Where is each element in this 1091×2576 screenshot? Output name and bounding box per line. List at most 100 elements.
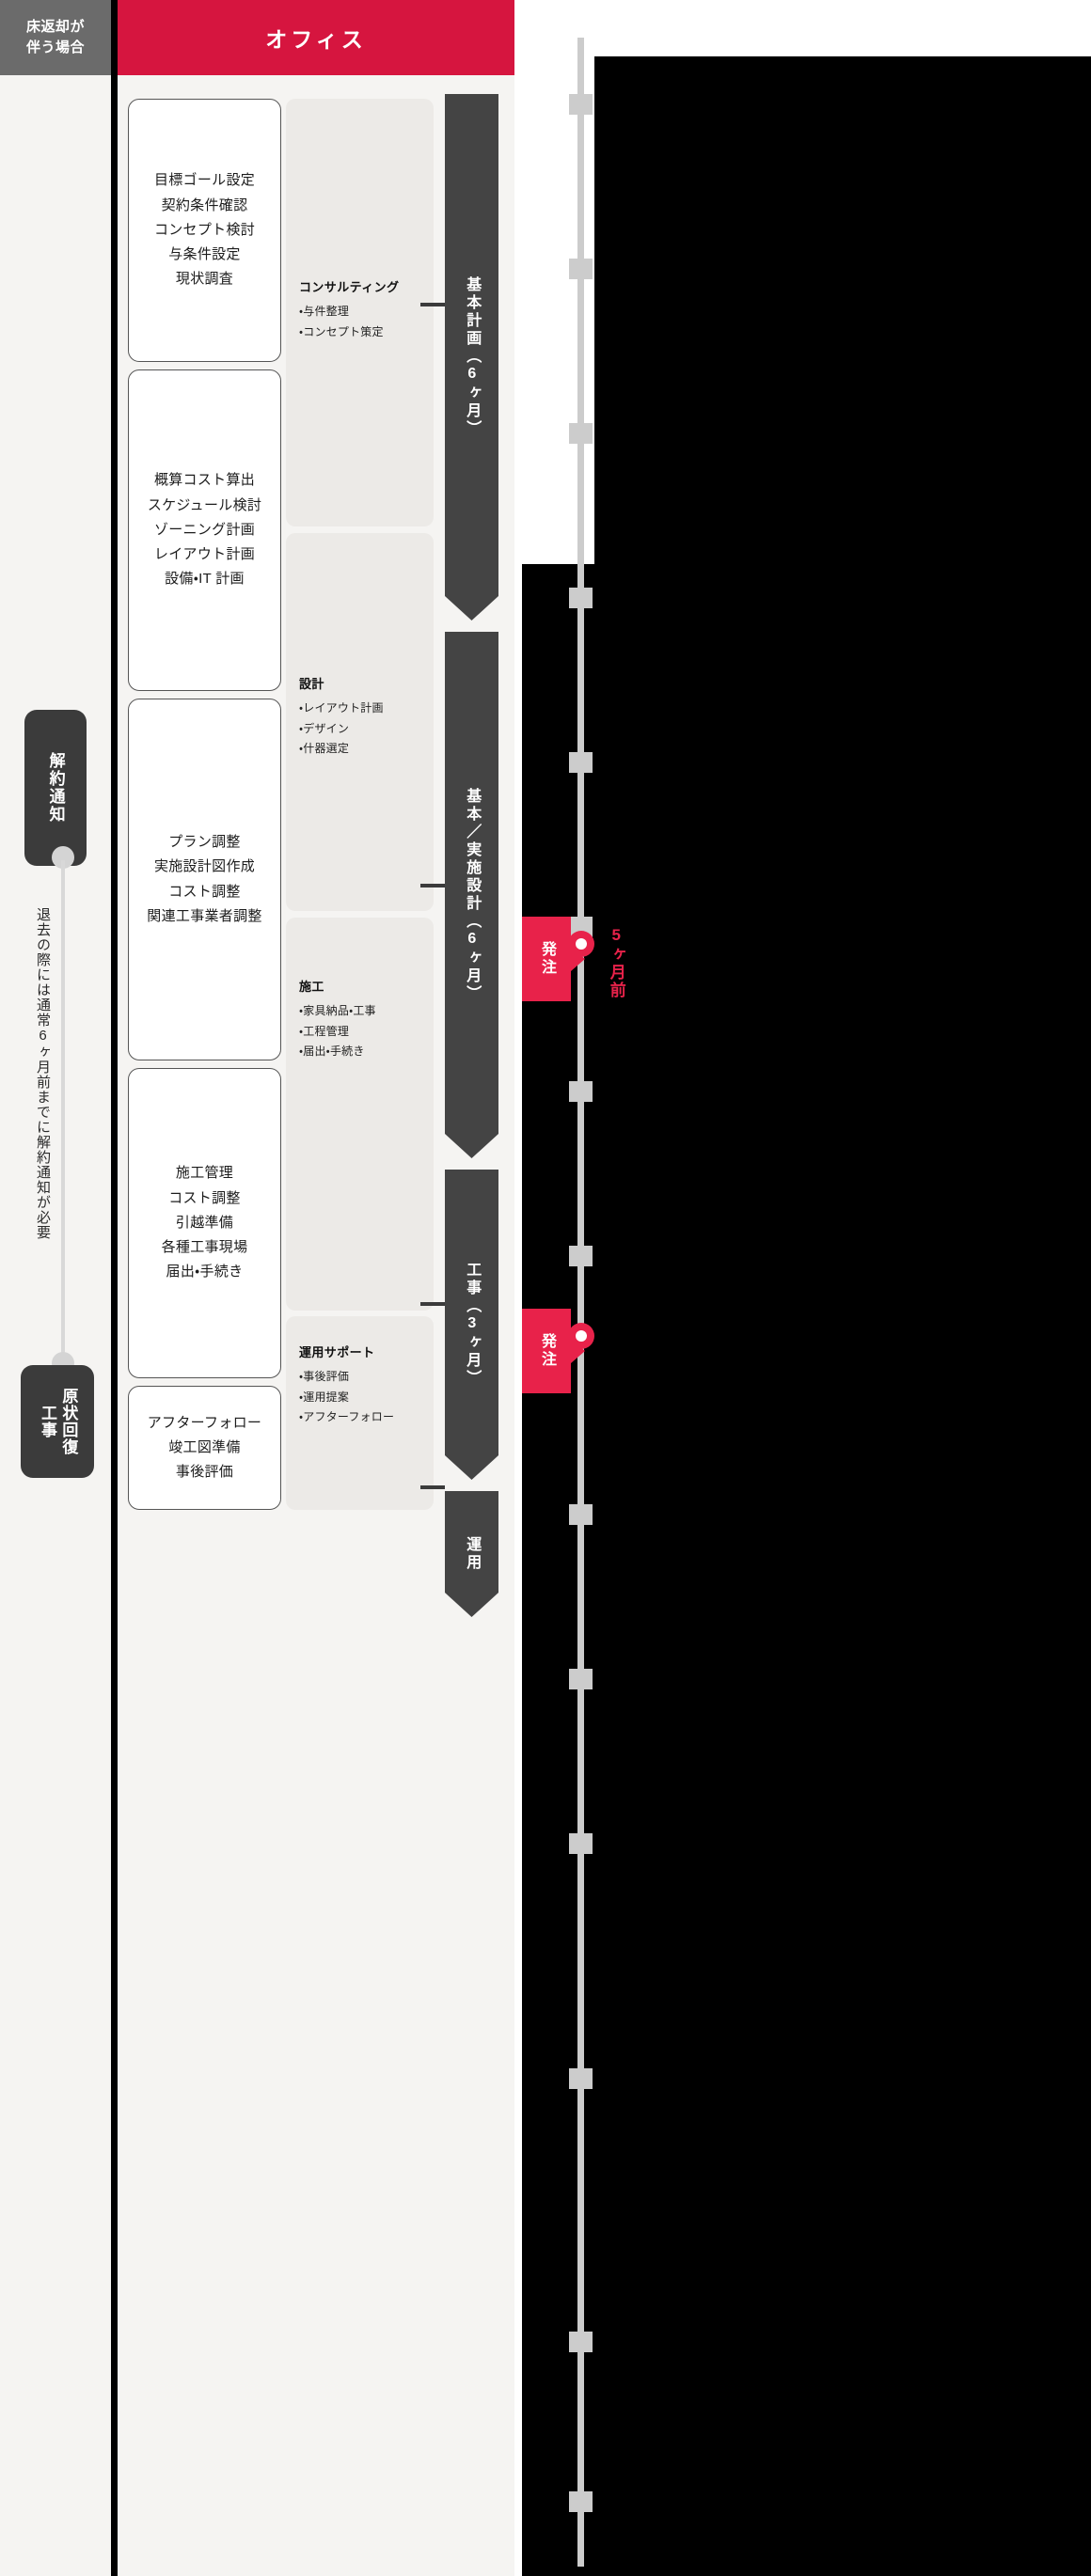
task-line: アフターフォロー bbox=[147, 1414, 262, 1431]
task-card-5-lines: アフターフォロー 竣工図準備事後評価 bbox=[148, 1411, 262, 1485]
task-card-4-lines: 施工管理コスト調整引越準備各種工事現場 届出・手続き bbox=[162, 1161, 248, 1284]
connector-line bbox=[61, 860, 65, 1373]
timeline-node-2 bbox=[569, 259, 593, 279]
detail-construction-items: 家具納品・工事工程管理届出・手続き bbox=[299, 1001, 440, 1062]
task-line: 各種工事現場 bbox=[161, 1239, 248, 1256]
detail-item: 運用提案 bbox=[299, 1388, 440, 1408]
detail-construction-title: 施工 bbox=[299, 980, 324, 994]
task-line: 施工管理 bbox=[175, 1165, 234, 1182]
task-line: 引越準備 bbox=[175, 1214, 234, 1231]
detail-support-title: 運用サポート bbox=[299, 1345, 375, 1359]
cancellation-note-text: 退去の際には通常6ヶ月前までに解約通知が必要 bbox=[35, 907, 51, 1240]
office-banner: オフィス bbox=[118, 0, 514, 75]
main-panel: 目標ゴール設定 契約条件確認 コンセプト検討 与条件設定現状調査 概算コスト算出 スケジ… bbox=[118, 75, 514, 2576]
task-line: コスト調整 bbox=[168, 1189, 241, 1206]
timeline-rail bbox=[577, 38, 584, 2567]
task-line: コンセプト検討 bbox=[153, 221, 256, 238]
left-column: 床返却が 伴う場合 解約通知 退去の際には通常6ヶ月前までに解約通知が必要 原状… bbox=[0, 0, 111, 2576]
gantt-gutter-edge bbox=[514, 553, 522, 2576]
task-line: コスト調整 bbox=[168, 883, 241, 900]
detail-item: 届出・手続き bbox=[299, 1042, 440, 1062]
task-line: 目標ゴール設定 bbox=[153, 172, 256, 189]
detail-design-items: レイアウト計画デザイン什器選定 bbox=[299, 699, 440, 760]
detail-item: 与件整理 bbox=[299, 302, 440, 322]
gantt-block-2 bbox=[514, 555, 1091, 2576]
detail-block-support[interactable]: 運用サポート 事後評価運用提案アフターフォロー bbox=[286, 1316, 434, 1510]
task-line: 現状調査 bbox=[175, 271, 234, 288]
task-card-1[interactable]: 目標ゴール設定 契約条件確認 コンセプト検討 与条件設定現状調査 bbox=[128, 99, 281, 362]
task-card-4[interactable]: 施工管理コスト調整引越準備各種工事現場 届出・手続き bbox=[128, 1068, 281, 1378]
detail-block-construction[interactable]: 施工 家具納品・工事工程管理届出・手続き bbox=[286, 918, 434, 1311]
phase-segment-operation[interactable]: 運用 bbox=[445, 1491, 498, 1617]
timeline-node-8 bbox=[569, 1246, 593, 1266]
task-line: 事後評価 bbox=[175, 1464, 234, 1481]
task-card-2-lines: 概算コスト算出 スケジュール検討 ゾーニング計画 レイアウト計画 設備・IT 計画 bbox=[148, 468, 261, 591]
task-card-2[interactable]: 概算コスト算出 スケジュール検討 ゾーニング計画 レイアウト計画 設備・IT 計画 bbox=[128, 369, 281, 691]
timeline-node-13 bbox=[569, 2332, 593, 2352]
column-divider bbox=[111, 0, 118, 2576]
restoration-sub-label: 工事 bbox=[39, 1405, 56, 1438]
phase-segment-basic-plan[interactable]: 基本計画（6ヶ月） bbox=[445, 94, 498, 620]
timeline-node-11 bbox=[569, 1833, 593, 1854]
timeline-node-5 bbox=[569, 752, 593, 773]
schedule-strip: 発注 発注 5ヶ月前 bbox=[514, 0, 1091, 2576]
detail-consulting-items: 与件整理コンセプト策定 bbox=[299, 302, 440, 342]
task-line: 契約条件確認 bbox=[161, 196, 248, 213]
phase-tick-1 bbox=[420, 303, 445, 306]
restoration-work-pill[interactable]: 原状回復 工事 bbox=[21, 1365, 94, 1478]
left-header-line-2: 伴う場合 bbox=[25, 39, 85, 55]
phase-segment-design[interactable]: 基本／実施設計（6ヶ月） bbox=[445, 632, 498, 1158]
task-line: 与条件設定 bbox=[168, 246, 241, 263]
phase-tick-4 bbox=[420, 1485, 445, 1489]
phase-tick-2 bbox=[420, 884, 445, 887]
side-label-1: 5ヶ月前 bbox=[607, 926, 625, 999]
left-column-header: 床返却が 伴う場合 bbox=[0, 0, 111, 75]
task-card-3-lines: プラン調整実施設計図作成 コスト調整関連工事業者調整 bbox=[147, 830, 261, 929]
order-dot-1 bbox=[568, 931, 594, 957]
task-card-5[interactable]: アフターフォロー 竣工図準備事後評価 bbox=[128, 1386, 281, 1510]
phase-segment-construction[interactable]: 工事（3ヶ月） bbox=[445, 1170, 498, 1480]
task-line: 概算コスト算出 bbox=[153, 472, 256, 489]
detail-design-title: 設計 bbox=[299, 677, 324, 691]
order-dot-2 bbox=[568, 1323, 594, 1349]
gantt-block-1 bbox=[594, 56, 1091, 555]
task-line: レイアウト計画 bbox=[153, 546, 256, 563]
timeline-node-10 bbox=[569, 1669, 593, 1689]
task-line: ゾーニング計画 bbox=[153, 521, 256, 538]
task-line: プラン調整 bbox=[168, 834, 241, 850]
timeline-node-14 bbox=[569, 2491, 593, 2512]
phase-tick-3 bbox=[420, 1302, 445, 1306]
detail-item: デザイン bbox=[299, 719, 440, 740]
left-header-line-1: 床返却が bbox=[25, 19, 85, 36]
restoration-main-label: 原状回復 bbox=[59, 1388, 78, 1455]
task-line: スケジュール検討 bbox=[147, 496, 262, 513]
timeline-node-9 bbox=[569, 1504, 593, 1525]
timeline-node-12 bbox=[569, 2068, 593, 2089]
order-badge-2[interactable]: 発注 bbox=[522, 1309, 571, 1393]
detail-block-consulting[interactable]: コンサルティング 与件整理コンセプト策定 bbox=[286, 99, 434, 526]
task-line: 実施設計図作成 bbox=[153, 858, 256, 875]
detail-item: レイアウト計画 bbox=[299, 699, 440, 719]
cancellation-notice-pill[interactable]: 解約通知 bbox=[24, 710, 87, 866]
task-line: 設備・IT 計画 bbox=[165, 571, 245, 588]
order-badge-1[interactable]: 発注 bbox=[522, 917, 571, 1001]
timeline-node-7 bbox=[569, 1081, 593, 1102]
detail-item: 事後評価 bbox=[299, 1367, 440, 1388]
task-card-1-lines: 目標ゴール設定 契約条件確認 コンセプト検討 与条件設定現状調査 bbox=[154, 168, 255, 291]
detail-item: アフターフォロー bbox=[299, 1407, 440, 1428]
project-timeline-page: 床返却が 伴う場合 解約通知 退去の際には通常6ヶ月前までに解約通知が必要 原状… bbox=[0, 0, 1091, 2576]
detail-consulting-title: コンサルティング bbox=[299, 280, 400, 294]
task-card-3[interactable]: プラン調整実施設計図作成 コスト調整関連工事業者調整 bbox=[128, 699, 281, 1060]
task-line: 届出・手続き bbox=[166, 1264, 244, 1280]
timeline-node-1 bbox=[569, 94, 593, 115]
detail-block-design[interactable]: 設計 レイアウト計画デザイン什器選定 bbox=[286, 533, 434, 911]
detail-item: 什器選定 bbox=[299, 739, 440, 760]
detail-item: 家具納品・工事 bbox=[299, 1001, 440, 1022]
detail-item: 工程管理 bbox=[299, 1022, 440, 1043]
timeline-node-4 bbox=[569, 588, 593, 608]
phase-arrow-column: 基本計画（6ヶ月） 基本／実施設計（6ヶ月） 工事（3ヶ月） 運用 bbox=[420, 94, 498, 2557]
timeline-node-3 bbox=[569, 423, 593, 444]
task-line: 関連工事業者調整 bbox=[147, 907, 262, 924]
task-line: 竣工図準備 bbox=[168, 1438, 241, 1455]
detail-item: コンセプト策定 bbox=[299, 322, 440, 343]
